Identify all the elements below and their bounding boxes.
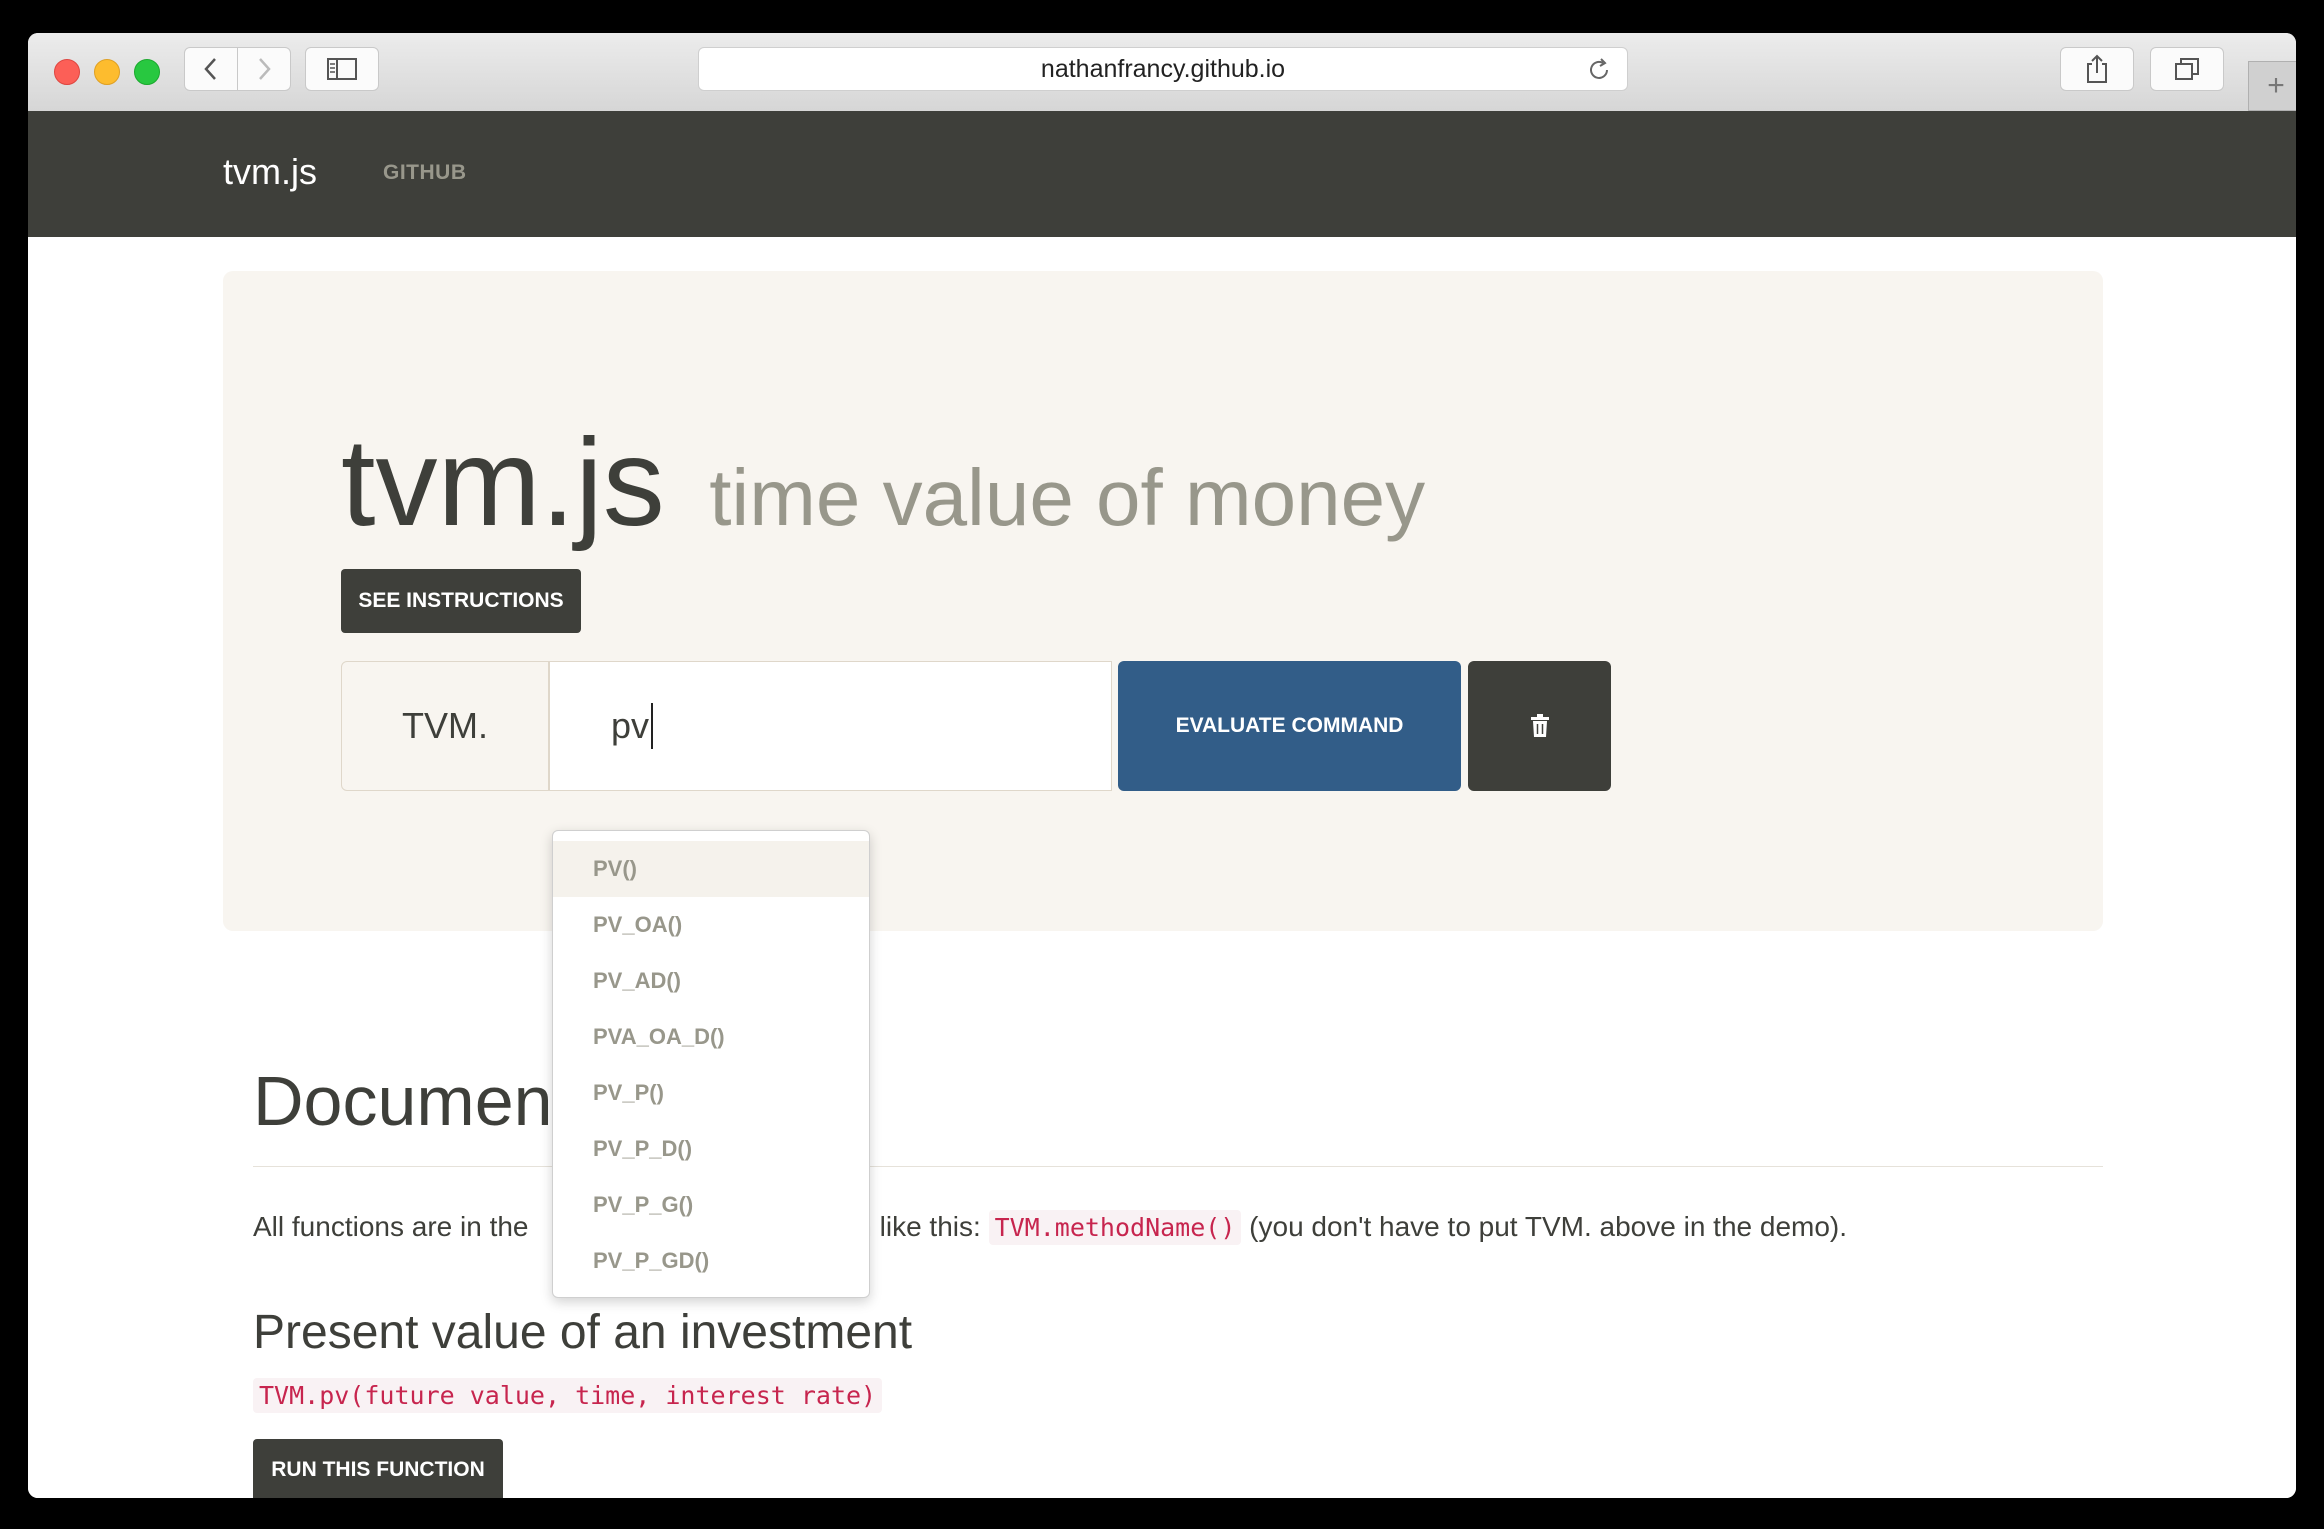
autocomplete-item[interactable]: PV_P_D() [553,1121,869,1177]
autocomplete-item[interactable]: PVA_OA_D() [553,1009,869,1065]
see-instructions-button[interactable]: SEE INSTRUCTIONS [341,569,581,633]
hero-title: tvm.js time value of money [341,421,1425,545]
minimize-window-button[interactable] [94,59,120,85]
browser-window: nathanfrancy.github.io + tvm.js GITHUB t… [28,33,2296,1498]
url-text: nathanfrancy.github.io [1040,54,1286,83]
nav-link-github[interactable]: GITHUB [383,161,467,185]
command-prefix: TVM. [341,661,549,791]
command-input-value: pv [611,705,650,746]
run-function-button[interactable]: RUN THIS FUNCTION [253,1439,503,1498]
hero-title-text: tvm.js [341,414,665,552]
clear-button[interactable] [1468,661,1611,791]
autocomplete-item[interactable]: PV_P_GD() [553,1233,869,1289]
intro-text-middle: n like this: [856,1211,989,1242]
jumbotron: tvm.js time value of money SEE INSTRUCTI… [223,271,2103,931]
plus-icon: + [2267,69,2285,102]
navbar-brand[interactable]: tvm.js [223,151,317,193]
autocomplete-item[interactable]: PV() [553,841,869,897]
function-signature: TVM.pv(future value, time, interest rate… [253,1378,883,1413]
address-bar[interactable]: nathanfrancy.github.io [698,47,1628,91]
chevron-right-icon [259,58,271,80]
method-name-code: TVM.methodName() [988,1210,1242,1245]
reload-icon[interactable] [1585,56,1613,84]
maximize-window-button[interactable] [134,59,160,85]
browser-toolbar: nathanfrancy.github.io + [28,33,2296,112]
tab-overview-button[interactable] [2150,47,2224,91]
web-page: tvm.js GITHUB tvm.js time value of money… [28,111,2296,1498]
trash-icon [1530,714,1549,737]
section-title: Present value of an investment [253,1306,913,1359]
divider [253,1166,2103,1167]
evaluate-command-button[interactable]: EVALUATE COMMAND [1118,661,1461,791]
documentation-heading: Documen [253,1062,553,1140]
autocomplete-item[interactable]: PV_AD() [553,953,869,1009]
close-window-button[interactable] [54,59,80,85]
chevron-left-icon [204,58,216,80]
autocomplete-item[interactable]: PV_OA() [553,897,869,953]
command-input[interactable]: pv [549,661,1112,791]
autocomplete-item[interactable]: PV_P_G() [553,1177,869,1233]
autocomplete-item[interactable]: PV_P() [553,1065,869,1121]
new-tab-button[interactable]: + [2248,61,2296,111]
hero-subtitle: time value of money [709,453,1426,542]
sidebar-toggle-button[interactable] [305,47,379,91]
tabs-icon [2175,58,2199,80]
share-button[interactable] [2060,47,2134,91]
intro-text-after: (you don't have to put TVM. above in the… [1241,1211,1848,1242]
intro-text-before: All functions are in the [253,1211,537,1242]
autocomplete-dropdown: PV() PV_OA() PV_AD() PVA_OA_D() PV_P() P… [552,830,870,1298]
documentation-intro: All functions are in the n like this: TV… [253,1210,1848,1245]
share-icon [2087,54,2107,83]
back-button[interactable] [184,47,238,91]
forward-button[interactable] [237,47,291,91]
text-caret [651,703,654,749]
sidebar-icon [327,58,357,80]
function-signature-code: TVM.pv(future value, time, interest rate… [253,1378,883,1413]
site-navbar: tvm.js GITHUB [28,111,2296,237]
